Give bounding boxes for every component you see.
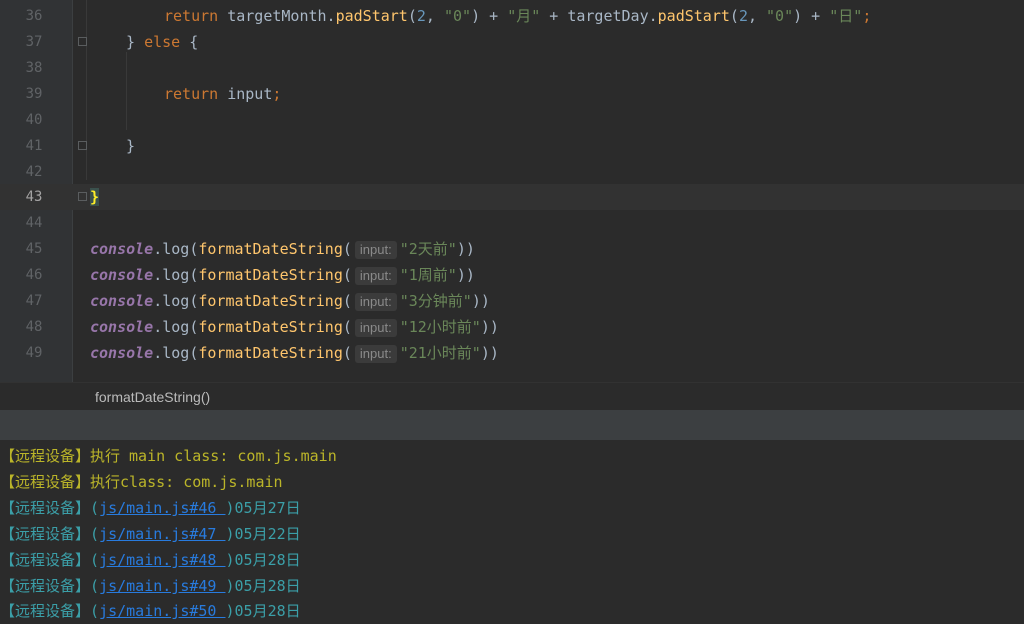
code-text: } <box>126 137 136 155</box>
code-line[interactable]: 42 <box>0 159 1024 185</box>
code-line[interactable]: 44 <box>0 210 1024 236</box>
line-number: 43 <box>25 189 43 205</box>
code-line[interactable]: 38 <box>0 55 1024 81</box>
breadcrumb[interactable]: formatDateString() <box>0 382 1024 411</box>
fold-marker-icon[interactable] <box>78 37 87 46</box>
parameter-hint: input: <box>354 267 397 285</box>
console-output[interactable]: 【远程设备】执行 main class: com.js.main 【远程设备】执… <box>0 440 1024 624</box>
line-number: 41 <box>25 138 43 154</box>
console-line: 【远程设备】(js/main.js#46 )05月27日 <box>0 499 301 517</box>
code-text: console.log(formatDateString(input: "12小时… <box>90 318 499 337</box>
code-text: console.log(formatDateString(input: "1周前"… <box>90 266 475 285</box>
line-number: 48 <box>25 319 43 335</box>
console-line: 【远程设备】(js/main.js#50 )05月28日 <box>0 602 301 620</box>
line-number: 45 <box>25 241 43 257</box>
code-line[interactable]: 47 console.log(formatDateString(input: "3… <box>0 288 1024 314</box>
line-number: 42 <box>25 164 43 180</box>
parameter-hint: input: <box>354 345 397 363</box>
line-number: 40 <box>25 112 43 128</box>
fold-marker-icon[interactable] <box>78 141 87 150</box>
console-line: 【远程设备】执行 main class: com.js.main <box>0 447 337 465</box>
code-line[interactable]: 49 console.log(formatDateString(input: "2… <box>0 340 1024 366</box>
current-code-line[interactable]: 43 } <box>0 184 1024 210</box>
console-line: 【远程设备】(js/main.js#49 )05月28日 <box>0 577 301 595</box>
line-number: 47 <box>25 293 43 309</box>
code-text: console.log(formatDateString(input: "2天前"… <box>90 240 475 259</box>
breadcrumb-item[interactable]: formatDateString() <box>95 389 210 405</box>
matched-brace: } <box>90 188 100 206</box>
parameter-hint: input: <box>354 319 397 337</box>
code-line[interactable]: 39 return input; <box>0 81 1024 107</box>
code-line[interactable]: 41 } <box>0 133 1024 159</box>
code-text: } else { <box>126 33 199 51</box>
code-line[interactable]: 37 } else { <box>0 29 1024 55</box>
source-link[interactable]: js/main.js#46 <box>99 499 225 517</box>
console-line: 【远程设备】执行class: com.js.main <box>0 473 283 491</box>
code-text: console.log(formatDateString(input: "3分钟前… <box>90 292 490 311</box>
code-line[interactable]: 40 <box>0 107 1024 133</box>
code-text: return targetMonth.padStart(2, "0") + "月… <box>164 7 872 25</box>
code-line[interactable]: 48 console.log(formatDateString(input: "1… <box>0 314 1024 340</box>
fold-marker-icon[interactable] <box>78 192 87 201</box>
source-link[interactable]: js/main.js#47 <box>99 525 225 543</box>
line-number: 37 <box>25 34 43 50</box>
code-editor[interactable]: 36 return targetMonth.padStart(2, "0") +… <box>0 0 1024 382</box>
code-line[interactable]: 45 console.log(formatDateString(input: "2… <box>0 236 1024 262</box>
line-number: 49 <box>25 345 43 361</box>
code-text: return input; <box>164 85 282 103</box>
code-line[interactable]: 36 return targetMonth.padStart(2, "0") +… <box>0 3 1024 29</box>
line-number: 46 <box>25 267 43 283</box>
code-line[interactable]: 46 console.log(formatDateString(input: "1… <box>0 262 1024 288</box>
panel-divider[interactable] <box>0 410 1024 440</box>
line-number: 36 <box>25 8 43 24</box>
line-number: 44 <box>25 215 43 231</box>
line-number: 38 <box>25 60 43 76</box>
source-link[interactable]: js/main.js#50 <box>99 602 225 620</box>
parameter-hint: input: <box>354 293 397 311</box>
code-text: console.log(formatDateString(input: "21小时… <box>90 344 499 363</box>
console-line: 【远程设备】(js/main.js#48 )05月28日 <box>0 551 301 569</box>
source-link[interactable]: js/main.js#49 <box>99 577 225 595</box>
parameter-hint: input: <box>354 241 397 259</box>
code-text: } <box>90 184 100 210</box>
console-line: 【远程设备】(js/main.js#47 )05月22日 <box>0 525 301 543</box>
line-number: 39 <box>25 86 43 102</box>
source-link[interactable]: js/main.js#48 <box>99 551 225 569</box>
